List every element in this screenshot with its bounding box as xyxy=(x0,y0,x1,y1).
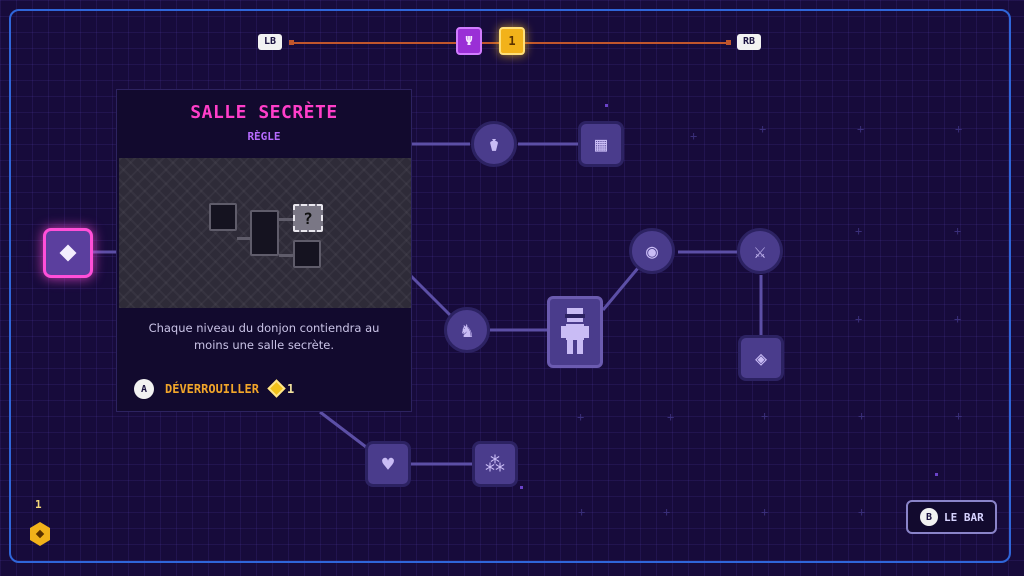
node-eye[interactable]: ◉ xyxy=(629,228,675,274)
character-icon xyxy=(561,308,589,354)
preview-secret-room: ? xyxy=(293,204,323,232)
eye-icon: ◉ xyxy=(645,239,659,263)
currency-count: 1 xyxy=(35,498,42,511)
tooltip-description: Chaque niveau du donjon contiendra au mo… xyxy=(148,321,380,352)
tooltip-panel: SALLE SECRÈTE RÈGLE ? Chaque niveau du d… xyxy=(116,89,412,412)
node-fountain[interactable]: ⚱ xyxy=(471,121,517,167)
node-character[interactable] xyxy=(547,296,603,368)
shop-icon: ▦ xyxy=(594,132,608,156)
back-label: LE BAR xyxy=(944,510,984,524)
node-sparkle-door[interactable]: ⁂ xyxy=(472,441,518,487)
tooltip-subtitle: RÈGLE xyxy=(247,130,281,143)
back-to-bar-button[interactable]: B LE BAR xyxy=(906,500,997,534)
tooltip-title: SALLE SECRÈTE xyxy=(190,102,338,123)
node-secret-room[interactable] xyxy=(43,228,93,278)
preview-connector xyxy=(279,254,293,257)
bunny-icon: ♞ xyxy=(460,318,474,342)
b-button-icon: B xyxy=(920,508,938,526)
broken-heart-icon: ♥ xyxy=(381,452,395,476)
node-bunny[interactable]: ♞ xyxy=(444,307,490,353)
a-button-icon[interactable]: A xyxy=(134,379,154,399)
unlock-button[interactable]: DÉVERROUILLER xyxy=(165,382,259,396)
sword-icon: ⚔ xyxy=(753,239,767,263)
node-sword[interactable]: ⚔ xyxy=(737,228,783,274)
tooltip-preview: ? xyxy=(119,158,411,308)
node-rune[interactable]: ◈ xyxy=(738,335,784,381)
preview-connector xyxy=(279,218,293,221)
preview-room xyxy=(293,240,321,268)
preview-room xyxy=(250,210,279,256)
preview-room xyxy=(209,203,237,231)
node-shop[interactable]: ▦ xyxy=(578,121,624,167)
sparkle-door-icon: ⁂ xyxy=(485,452,505,476)
rune-icon: ◈ xyxy=(754,346,768,370)
node-broken-heart[interactable]: ♥ xyxy=(365,441,411,487)
selected-gem-icon xyxy=(59,244,77,262)
fountain-icon: ⚱ xyxy=(487,132,501,156)
preview-connector xyxy=(237,237,251,240)
unlock-cost: 1 xyxy=(287,382,295,396)
gem-cost-icon xyxy=(267,379,286,398)
